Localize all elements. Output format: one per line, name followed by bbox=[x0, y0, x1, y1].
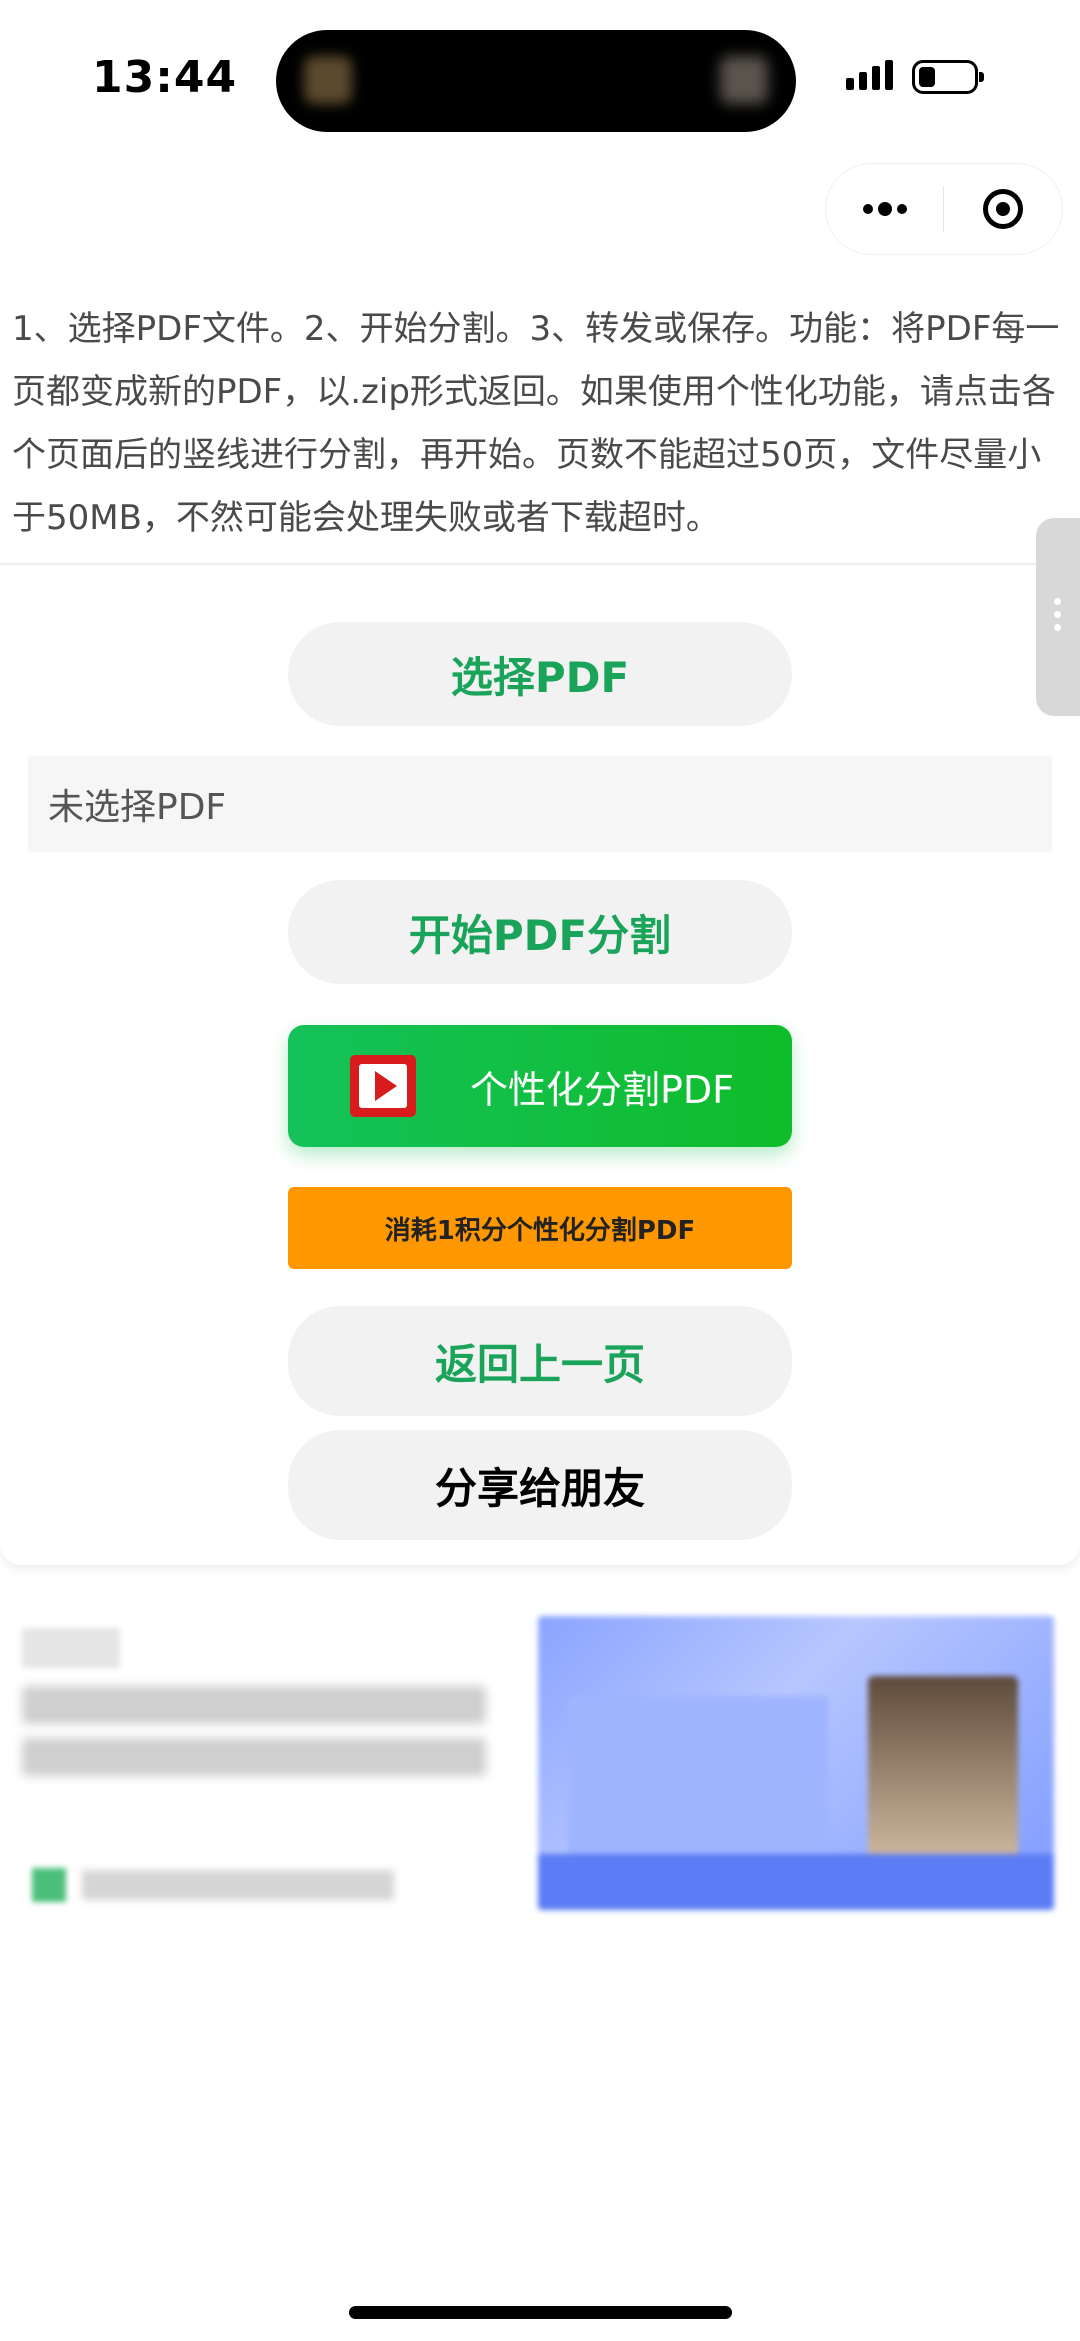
island-activity-icon bbox=[304, 56, 352, 104]
ad-text[interactable] bbox=[22, 1686, 486, 1724]
start-split-button[interactable]: 开始PDF分割 bbox=[288, 880, 792, 984]
ad-tag bbox=[22, 1628, 120, 1668]
drag-handle-icon bbox=[1054, 598, 1061, 631]
side-drawer-handle[interactable] bbox=[1036, 518, 1080, 716]
signal-icon bbox=[846, 60, 893, 90]
custom-split-button[interactable]: 个性化分割PDF bbox=[288, 1025, 792, 1147]
close-miniprogram-button[interactable] bbox=[944, 189, 1061, 229]
target-icon bbox=[982, 189, 1023, 229]
dynamic-island bbox=[276, 30, 796, 132]
more-icon[interactable] bbox=[826, 202, 943, 216]
video-play-icon bbox=[350, 1055, 416, 1117]
ad-source-icon bbox=[32, 1868, 66, 1902]
share-button[interactable]: 分享给朋友 bbox=[288, 1430, 792, 1540]
custom-split-label: 个性化分割PDF bbox=[470, 1067, 735, 1112]
ad-source bbox=[82, 1870, 394, 1900]
file-status-text: 未选择PDF bbox=[28, 756, 1052, 852]
island-activity-icon bbox=[720, 56, 768, 104]
points-custom-split-button[interactable]: 消耗1积分个性化分割PDF bbox=[288, 1187, 792, 1269]
miniprogram-capsule bbox=[826, 164, 1062, 254]
battery-icon bbox=[912, 60, 984, 94]
status-time: 13:44 bbox=[92, 52, 238, 103]
instructions-text: 1、选择PDF文件。2、开始分割。3、转发或保存。功能：将PDF每一页都变成新的… bbox=[12, 309, 1060, 538]
home-indicator[interactable] bbox=[349, 2306, 732, 2319]
select-pdf-button[interactable]: 选择PDF bbox=[288, 622, 792, 726]
ad-text[interactable] bbox=[22, 1738, 486, 1776]
back-button[interactable]: 返回上一页 bbox=[288, 1306, 792, 1416]
divider bbox=[0, 563, 1080, 565]
ad-image[interactable] bbox=[538, 1616, 1054, 1910]
